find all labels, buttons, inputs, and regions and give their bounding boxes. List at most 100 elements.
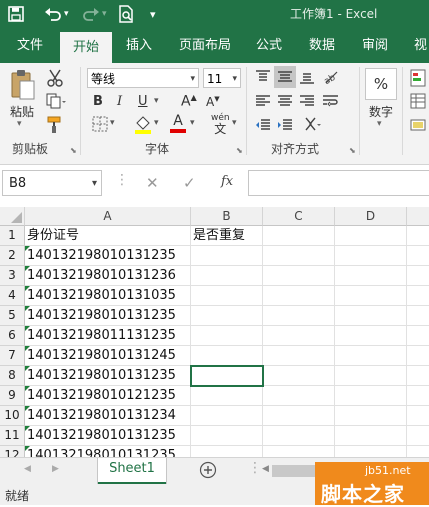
cell-b2[interactable]	[191, 246, 263, 266]
cell-c10[interactable]	[263, 406, 335, 426]
merge-center-icon[interactable]	[305, 116, 325, 135]
cell-d5[interactable]	[335, 306, 407, 326]
paste-icon[interactable]	[10, 69, 36, 104]
redo-dropdown-icon[interactable]: ▾	[102, 4, 107, 24]
cell-e5[interactable]	[407, 306, 429, 326]
cell-c5[interactable]	[263, 306, 335, 326]
font-color-button[interactable]: A	[170, 113, 186, 133]
fill-color-dropdown-icon[interactable]: ▾	[154, 118, 159, 128]
tab-insert[interactable]: 插入	[126, 28, 152, 63]
cell-a8[interactable]: 140132198010131235	[25, 366, 191, 386]
phonetic-button[interactable]: wén 文	[211, 113, 230, 135]
cell-b11[interactable]	[191, 426, 263, 446]
borders-icon[interactable]	[92, 116, 108, 135]
cell-d1[interactable]	[335, 226, 407, 246]
align-bottom-icon[interactable]	[299, 69, 315, 88]
cell-c8[interactable]	[263, 366, 335, 386]
number-format-icon[interactable]: %	[365, 68, 397, 100]
cell-b3[interactable]	[191, 266, 263, 286]
cell-d2[interactable]	[335, 246, 407, 266]
enter-icon[interactable]: ✓	[183, 174, 196, 192]
scroll-left-icon[interactable]: ◀	[262, 464, 269, 474]
column-header-e[interactable]	[407, 207, 429, 226]
cell-b7[interactable]	[191, 346, 263, 366]
tab-home[interactable]: 开始	[60, 32, 113, 63]
new-sheet-icon[interactable]	[199, 461, 217, 482]
save-icon[interactable]	[8, 4, 24, 24]
undo-icon[interactable]	[44, 4, 62, 24]
row-header[interactable]: 3	[0, 266, 25, 286]
cell-d10[interactable]	[335, 406, 407, 426]
cell-b1[interactable]: 是否重复	[191, 226, 263, 246]
row-header[interactable]: 8	[0, 366, 25, 386]
column-header-a[interactable]: A	[25, 207, 191, 226]
font-size-select[interactable]: 11 ▾	[203, 68, 241, 88]
tab-file[interactable]: 文件	[17, 28, 43, 63]
sheet-tab-sheet1[interactable]: Sheet1	[98, 458, 166, 485]
font-launcher-icon[interactable]: ⬊	[236, 146, 243, 155]
tab-review[interactable]: 审阅	[362, 28, 388, 63]
tab-view[interactable]: 视	[414, 28, 427, 63]
row-header[interactable]: 11	[0, 426, 25, 446]
clipboard-launcher-icon[interactable]: ⬊	[70, 146, 77, 155]
align-left-icon[interactable]	[255, 93, 271, 112]
cell-a3[interactable]: 140132198010131236	[25, 266, 191, 286]
formula-input[interactable]	[248, 170, 429, 196]
decrease-indent-icon[interactable]	[255, 117, 271, 136]
cell-c9[interactable]	[263, 386, 335, 406]
column-header-c[interactable]: C	[263, 207, 335, 226]
cell-e7[interactable]	[407, 346, 429, 366]
cell-d11[interactable]	[335, 426, 407, 446]
paste-dropdown-icon[interactable]: ▾	[17, 119, 22, 129]
underline-dropdown-icon[interactable]: ▾	[154, 96, 159, 106]
column-header-b[interactable]: B	[191, 207, 263, 226]
align-middle-icon[interactable]	[274, 66, 296, 88]
row-header[interactable]: 5	[0, 306, 25, 326]
cell-a7[interactable]: 140132198010131245	[25, 346, 191, 366]
cell-a2[interactable]: 140132198010131235	[25, 246, 191, 266]
cell-e3[interactable]	[407, 266, 429, 286]
cell-c4[interactable]	[263, 286, 335, 306]
cell-a9[interactable]: 140132198010121235	[25, 386, 191, 406]
cell-b10[interactable]	[191, 406, 263, 426]
borders-dropdown-icon[interactable]: ▾	[110, 118, 115, 128]
cell-b9[interactable]	[191, 386, 263, 406]
tab-page-layout[interactable]: 页面布局	[179, 28, 231, 63]
align-center-icon[interactable]	[277, 93, 293, 112]
copy-icon[interactable]	[46, 93, 66, 112]
increase-font-button[interactable]: A▲	[181, 93, 197, 110]
number-format-button[interactable]: 数字	[369, 103, 393, 120]
print-preview-icon[interactable]	[118, 4, 134, 24]
row-header[interactable]: 2	[0, 246, 25, 266]
tab-formulas[interactable]: 公式	[256, 28, 282, 63]
cell-d6[interactable]	[335, 326, 407, 346]
font-name-select[interactable]: 等线 ▾	[87, 68, 199, 88]
cell-c2[interactable]	[263, 246, 335, 266]
formula-bar-grip-icon[interactable]: ⋮	[115, 173, 129, 187]
column-header-d[interactable]: D	[335, 207, 407, 226]
cell-d7[interactable]	[335, 346, 407, 366]
format-painter-icon[interactable]	[46, 116, 64, 137]
worksheet-grid[interactable]: A B C D 1 身份证号 是否重复 2 140132198010131235 3 140…	[0, 207, 429, 466]
row-header[interactable]: 1	[0, 226, 25, 246]
active-cell-b8[interactable]	[190, 365, 264, 387]
cell-d4[interactable]	[335, 286, 407, 306]
cell-c1[interactable]	[263, 226, 335, 246]
scroll-tabs-left-icon[interactable]: ◀	[24, 464, 31, 474]
cell-e1[interactable]	[407, 226, 429, 246]
cell-d8[interactable]	[335, 366, 407, 386]
orientation-icon[interactable]: ab	[322, 68, 340, 89]
cell-a6[interactable]: 140132198011131235	[25, 326, 191, 346]
cell-e9[interactable]	[407, 386, 429, 406]
cell-c7[interactable]	[263, 346, 335, 366]
bold-button[interactable]: B	[93, 94, 103, 109]
increase-indent-icon[interactable]	[277, 117, 293, 136]
cell-c6[interactable]	[263, 326, 335, 346]
decrease-font-button[interactable]: A▼	[206, 95, 220, 109]
cell-a10[interactable]: 140132198010131234	[25, 406, 191, 426]
format-as-table-icon[interactable]	[410, 93, 426, 112]
cell-b5[interactable]	[191, 306, 263, 326]
wrap-text-icon[interactable]	[322, 93, 340, 112]
cell-e10[interactable]	[407, 406, 429, 426]
cell-a1[interactable]: 身份证号	[25, 226, 191, 246]
